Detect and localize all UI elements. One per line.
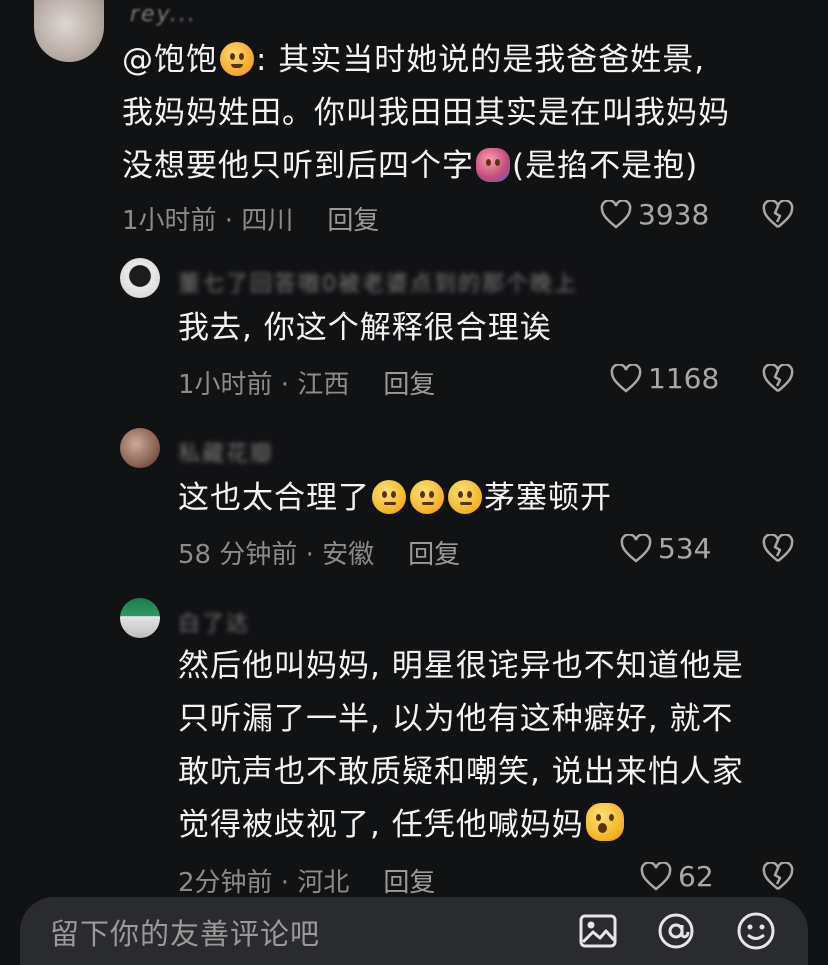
comment-text-c2: 我去, 你这个解释很合理诶: [178, 302, 552, 355]
thinking-emoji-icon: [410, 480, 444, 514]
heart-outline-icon: [600, 199, 632, 230]
avatar-c3[interactable]: [120, 428, 160, 468]
like-count: 62: [678, 860, 714, 893]
comment-text-c4: 然后他叫妈妈, 明星很诧异也不知道他是 只听漏了一半, 以为他有这种癖好, 就不…: [178, 640, 744, 852]
like-count: 1168: [648, 362, 720, 395]
like-button-c3[interactable]: 534: [620, 532, 711, 565]
reply-button[interactable]: 回复: [327, 206, 379, 236]
dislike-button-c1[interactable]: [762, 200, 794, 230]
broken-heart-icon: [762, 534, 794, 564]
avatar-c1[interactable]: [34, 0, 104, 62]
smiling-hearts-emoji-icon: [220, 42, 254, 76]
time-location: 1小时前 · 江西: [178, 370, 350, 400]
comment-line: 我去, 你这个解释很合理诶: [178, 310, 552, 346]
reply-button[interactable]: 回复: [408, 540, 460, 570]
comment-line: 没想要他只听到后四个字: [122, 148, 474, 184]
emoji-icon[interactable]: [736, 911, 776, 955]
comment-line: 敢吭声也不敢质疑和嘲笑, 说出来怕人家: [178, 754, 744, 790]
like-count: 534: [658, 532, 712, 565]
time-location: 2分钟前 · 河北: [178, 868, 350, 898]
broken-heart-icon: [762, 862, 794, 892]
image-icon[interactable]: [578, 911, 618, 955]
dislike-button-c3[interactable]: [762, 534, 794, 564]
time-location: 1小时前 · 四川: [122, 206, 294, 236]
like-button-c4[interactable]: 62: [640, 860, 714, 893]
comment-line: 觉得被歧视了, 任凭他喊妈妈: [178, 807, 584, 843]
mention-text[interactable]: @饱饱: [122, 42, 218, 78]
comment-meta-c4: 2分钟前 · 河北 回复: [178, 862, 435, 899]
comment-text-c3: 这也太合理了 茅塞顿开: [178, 472, 612, 525]
username-c4[interactable]: 白了达: [178, 606, 250, 638]
like-count: 3938: [638, 198, 710, 231]
at-sign-icon[interactable]: [656, 911, 696, 955]
heart-outline-icon: [640, 861, 672, 892]
like-button-c2[interactable]: 1168: [610, 362, 719, 395]
comment-line: 茅塞顿开: [484, 480, 612, 516]
username-c2[interactable]: 董七了回答嗷0被老婆点到的那个晚上: [178, 266, 578, 298]
username-c3[interactable]: 私藏花瓣: [178, 436, 274, 468]
avatar-c4[interactable]: [120, 598, 160, 638]
thinking-emoji-icon: [448, 480, 482, 514]
broken-heart-icon: [762, 364, 794, 394]
hug-emoji-icon: [476, 148, 510, 182]
comment-input-bar[interactable]: 留下你的友善评论吧: [20, 897, 808, 965]
comment-line: : 其实当时她说的是我爸爸姓景,: [256, 42, 706, 78]
comment-input-placeholder[interactable]: 留下你的友善评论吧: [50, 911, 320, 953]
username-c1[interactable]: rey...: [130, 2, 197, 27]
comment-meta-c3: 58 分钟前 · 安徽 回复: [178, 534, 460, 571]
broken-heart-icon: [762, 200, 794, 230]
dislike-button-c4[interactable]: [762, 862, 794, 892]
reply-button[interactable]: 回复: [383, 370, 435, 400]
thinking-emoji-icon: [372, 480, 406, 514]
comment-line: 这也太合理了: [178, 480, 370, 516]
comment-line: 我妈妈姓田。你叫我田田其实是在叫我妈妈: [122, 95, 730, 131]
comment-meta-c1: 1小时前 · 四川 回复: [122, 200, 379, 237]
comment-meta-c2: 1小时前 · 江西 回复: [178, 364, 435, 401]
heart-outline-icon: [610, 363, 642, 394]
comment-text-c1: @饱饱: 其实当时她说的是我爸爸姓景, 我妈妈姓田。你叫我田田其实是在叫我妈妈 …: [122, 34, 730, 193]
comment-line: 然后他叫妈妈, 明星很诧异也不知道他是: [178, 648, 744, 684]
heart-outline-icon: [620, 533, 652, 564]
like-button-c1[interactable]: 3938: [600, 198, 709, 231]
comment-line: 只听漏了一半, 以为他有这种癖好, 就不: [178, 701, 734, 737]
time-location: 58 分钟前 · 安徽: [178, 540, 375, 570]
avatar-c2[interactable]: [120, 258, 160, 298]
facepalm-emoji-icon: [585, 803, 624, 841]
comment-line: (是掐不是抱): [512, 148, 699, 184]
dislike-button-c2[interactable]: [762, 364, 794, 394]
reply-button[interactable]: 回复: [383, 868, 435, 898]
